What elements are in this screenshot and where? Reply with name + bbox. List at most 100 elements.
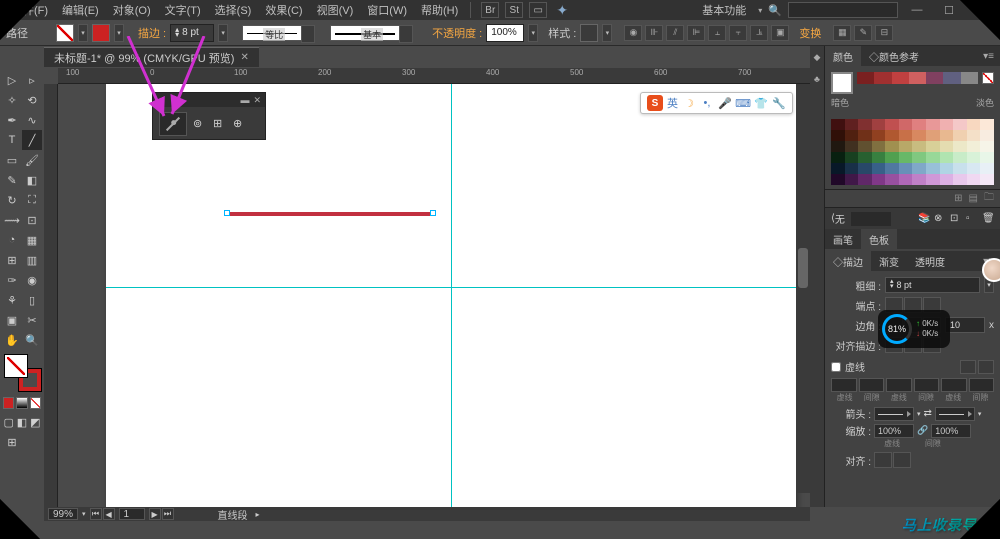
settings-icon[interactable]: ✎ bbox=[854, 25, 872, 41]
align-right-icon[interactable]: ⊫ bbox=[687, 25, 705, 41]
align-bottom-icon[interactable]: ⫡ bbox=[750, 25, 768, 41]
shaper-tool[interactable]: ✎ bbox=[2, 170, 22, 190]
ime-moon-icon[interactable]: ☽ bbox=[682, 96, 696, 110]
fill-stroke-swatch[interactable] bbox=[4, 354, 42, 392]
ime-mic-icon[interactable]: 🎤 bbox=[718, 96, 732, 110]
first-artboard-icon[interactable]: ⏮ bbox=[90, 508, 102, 520]
sogou-logo-icon[interactable]: S bbox=[647, 95, 663, 111]
gap-field-2[interactable] bbox=[914, 378, 940, 392]
prev-artboard-icon[interactable]: ◀ bbox=[103, 508, 115, 520]
menu-window[interactable]: 窗口(W) bbox=[361, 0, 413, 20]
align-center-v-icon[interactable]: ⫟ bbox=[729, 25, 747, 41]
isolate-icon[interactable]: ▣ bbox=[771, 25, 789, 41]
status-dd-icon[interactable]: ▸ bbox=[256, 510, 260, 519]
magic-wand-tool[interactable]: ✧ bbox=[2, 90, 22, 110]
opacity-input[interactable]: 100% bbox=[486, 24, 524, 42]
fill-dropdown[interactable]: ▾ bbox=[78, 24, 88, 42]
pen-tool[interactable]: ✒ bbox=[2, 110, 22, 130]
gradient-tab[interactable]: 渐变 bbox=[871, 251, 907, 272]
last-artboard-icon[interactable]: ⏭ bbox=[162, 508, 174, 520]
dashed-line-checkbox[interactable] bbox=[831, 362, 841, 372]
menu-select[interactable]: 选择(S) bbox=[209, 0, 258, 20]
arrange-icon[interactable]: ▭ bbox=[529, 2, 547, 18]
menu-edit[interactable]: 编辑(E) bbox=[56, 0, 105, 20]
rectangle-tool[interactable]: ▭ bbox=[2, 150, 22, 170]
next-artboard-icon[interactable]: ▶ bbox=[149, 508, 161, 520]
stock-icon[interactable]: St bbox=[505, 2, 523, 18]
recolor-icon[interactable]: ◉ bbox=[624, 25, 642, 41]
menu-view[interactable]: 视图(V) bbox=[311, 0, 360, 20]
brush-new-icon[interactable]: ▫ bbox=[966, 213, 978, 225]
bridge-icon[interactable]: Br bbox=[481, 2, 499, 18]
transparency-tab[interactable]: 透明度 bbox=[907, 251, 953, 272]
curvature-tool[interactable]: ∿ bbox=[22, 110, 42, 130]
arrow-align-tip-icon[interactable] bbox=[874, 452, 892, 468]
normal-draw-mode[interactable]: ▢ bbox=[2, 414, 15, 430]
collapsed-panel-icon[interactable]: ◆ bbox=[810, 46, 824, 68]
vertical-ruler[interactable] bbox=[44, 84, 58, 507]
miter-limit-field[interactable]: 10 bbox=[945, 317, 985, 333]
color-variations-grid[interactable] bbox=[831, 119, 994, 185]
zoom-tool[interactable]: 🔍 bbox=[22, 330, 42, 350]
stroke-weight-dd[interactable]: ▾ bbox=[218, 24, 228, 42]
lasso-tool[interactable]: ⟲ bbox=[22, 90, 42, 110]
eraser-tool[interactable]: ◧ bbox=[22, 170, 42, 190]
shape-panel-icon[interactable]: ▦ bbox=[833, 25, 851, 41]
scale-tool[interactable]: ⛶ bbox=[22, 190, 42, 210]
search-icon[interactable]: 🔍 bbox=[768, 4, 782, 17]
align-left-icon[interactable]: ⊪ bbox=[645, 25, 663, 41]
column-graph-tool[interactable]: ▯ bbox=[22, 290, 42, 310]
color-mode-icon[interactable] bbox=[3, 397, 14, 409]
path-anchor-end[interactable] bbox=[430, 210, 436, 216]
transform-link[interactable]: 变换 bbox=[799, 25, 821, 41]
color-panel-menu-icon[interactable]: ▾≡ bbox=[977, 51, 1000, 62]
window-maximize[interactable]: ☐ bbox=[936, 2, 962, 18]
width-profile-select[interactable]: 等比 bbox=[242, 25, 302, 41]
panel-close-icon[interactable]: ✕ bbox=[253, 95, 261, 106]
arrow-end-select[interactable] bbox=[935, 407, 975, 421]
path-anchor-start[interactable] bbox=[224, 210, 230, 216]
swap-arrows-icon[interactable]: ⇄ bbox=[924, 408, 932, 419]
arrow-start-select[interactable] bbox=[874, 407, 914, 421]
swatch-action-icon-1[interactable]: ⊞ bbox=[954, 193, 962, 204]
gradient-tool[interactable]: ▥ bbox=[22, 250, 42, 270]
graphic-style-swatch[interactable] bbox=[580, 24, 598, 42]
draw-inside-mode[interactable]: ◩ bbox=[29, 414, 42, 430]
fill-swatch[interactable] bbox=[56, 24, 74, 42]
brush-definition-select[interactable]: 基本 bbox=[330, 25, 400, 41]
fill-color-swatch[interactable] bbox=[4, 354, 28, 378]
draw-behind-mode[interactable]: ◧ bbox=[15, 414, 28, 430]
expand-panel-icon[interactable]: ⊟ bbox=[875, 25, 893, 41]
color-none-icon[interactable] bbox=[982, 72, 994, 84]
screen-mode-icon[interactable]: ⊞ bbox=[2, 434, 22, 450]
ime-lang-label[interactable]: 英 bbox=[667, 95, 678, 111]
ime-skin-icon[interactable]: 👕 bbox=[754, 96, 768, 110]
ime-toolbox-icon[interactable]: 🔧 bbox=[772, 96, 786, 110]
artboard-number-field[interactable]: 1 bbox=[119, 508, 145, 520]
user-avatar[interactable] bbox=[982, 258, 1000, 282]
color-main-swatch[interactable] bbox=[831, 72, 853, 94]
swatch-action-icon-3[interactable]: 🗀 bbox=[984, 190, 994, 207]
gradient-mode-icon[interactable] bbox=[16, 397, 27, 409]
free-transform-tool[interactable]: ⊡ bbox=[22, 210, 42, 230]
opacity-dd[interactable]: ▾ bbox=[528, 24, 538, 42]
stroke-props-tab[interactable]: ◇描边 bbox=[825, 251, 871, 272]
canvas[interactable] bbox=[58, 84, 810, 507]
align-center-h-icon[interactable]: ⫽ bbox=[666, 25, 684, 41]
ime-punct-icon[interactable]: •, bbox=[700, 96, 714, 110]
stroke-weight-field[interactable]: ▴▾8 pt bbox=[885, 277, 980, 293]
workspace-switcher[interactable]: 基本功能 bbox=[696, 0, 752, 20]
menu-object[interactable]: 对象(O) bbox=[107, 0, 157, 20]
network-monitor-overlay[interactable]: 81% ↑ 0K/s ↓ 0K/s bbox=[878, 310, 950, 348]
color-guide-tab[interactable]: ◇颜色参考 bbox=[861, 46, 927, 67]
line-segment-object[interactable] bbox=[226, 212, 434, 216]
brushes-tab[interactable]: 画笔 bbox=[825, 229, 861, 250]
brush-remove-icon[interactable]: ⊗ bbox=[934, 213, 946, 225]
mesh-tool[interactable]: ⊞ bbox=[2, 250, 22, 270]
artboard[interactable] bbox=[106, 84, 796, 507]
dash-field-2[interactable] bbox=[886, 378, 912, 392]
harmony-swatches[interactable] bbox=[857, 72, 978, 86]
selection-tool[interactable]: ▷ bbox=[2, 70, 22, 90]
menu-effect[interactable]: 效果(C) bbox=[259, 0, 308, 20]
panel-collapse-icon[interactable]: ▬ bbox=[240, 95, 249, 105]
